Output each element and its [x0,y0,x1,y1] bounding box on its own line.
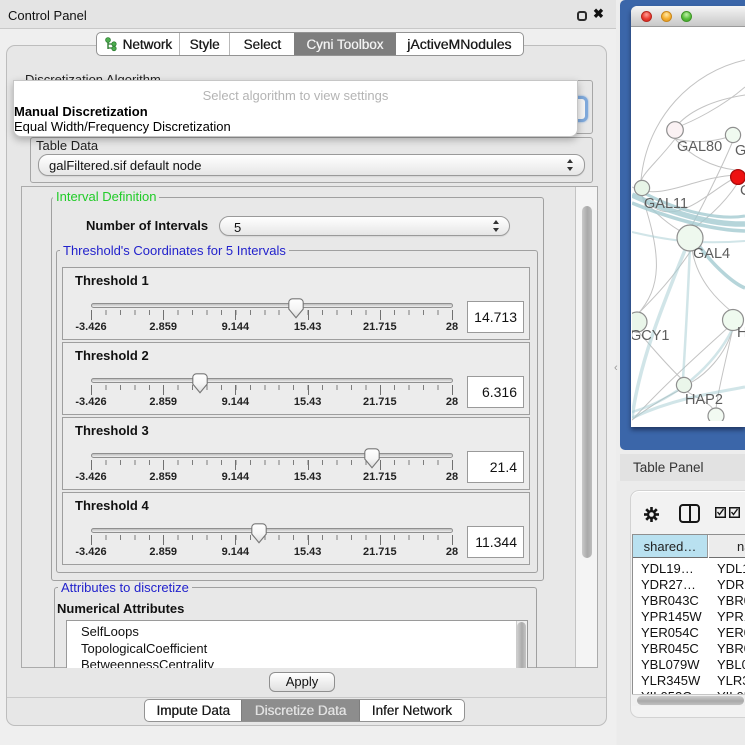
svg-text:GA: GA [735,143,745,159]
svg-text:GCY1: GCY1 [632,328,670,344]
svg-text:GAL11: GAL11 [644,196,688,212]
svg-text:C: C [740,183,745,199]
svg-text:HAP2: HAP2 [685,392,723,408]
svg-text:GAL4: GAL4 [693,246,730,262]
svg-text:H: H [737,325,745,341]
svg-text:GAL80: GAL80 [677,139,722,155]
